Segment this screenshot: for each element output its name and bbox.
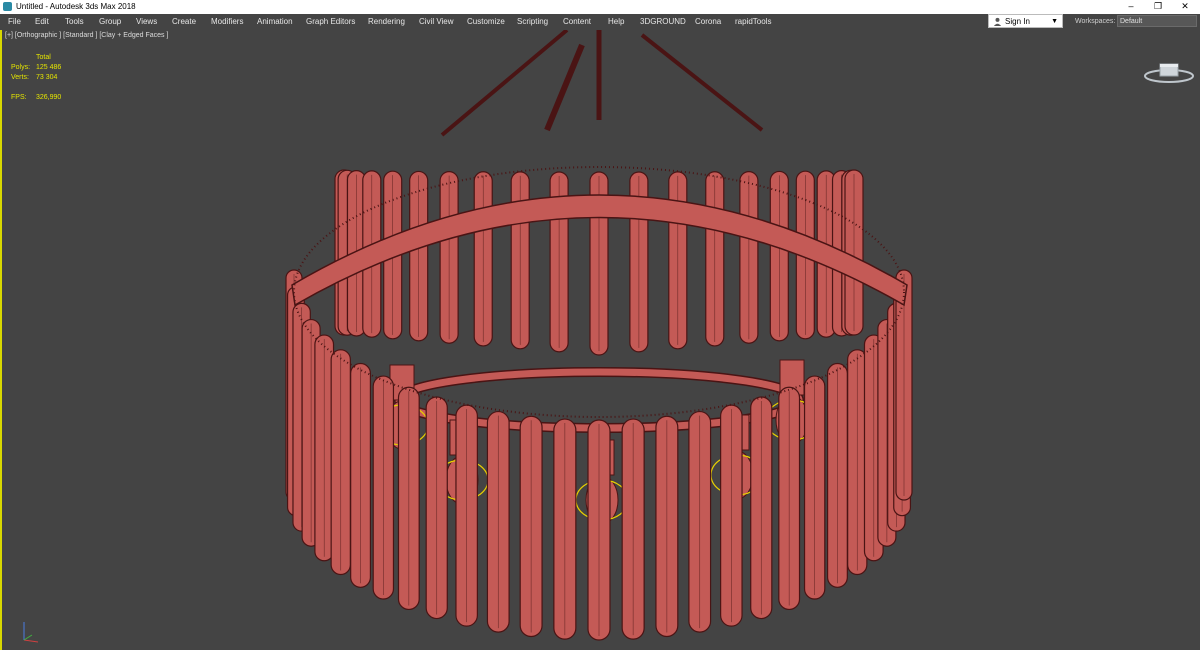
- polys-label: Polys:: [11, 64, 31, 71]
- sign-in-button[interactable]: Sign In ▼: [988, 14, 1063, 28]
- menu-corona[interactable]: Corona: [695, 14, 721, 29]
- viewcube-icon[interactable]: [1143, 62, 1195, 84]
- verts-label: Verts:: [11, 74, 29, 81]
- viewport-label[interactable]: [+] [Orthographic ] [Standard ] [Clay + …: [5, 32, 168, 39]
- app-icon: [3, 2, 12, 11]
- menu-help[interactable]: Help: [608, 14, 624, 29]
- close-button[interactable]: ✕: [1172, 0, 1198, 14]
- menu-scripting[interactable]: Scripting: [517, 14, 548, 29]
- menu-views[interactable]: Views: [136, 14, 157, 29]
- menu-content[interactable]: Content: [563, 14, 591, 29]
- perspective-viewport[interactable]: [+] [Orthographic ] [Standard ] [Clay + …: [0, 30, 1200, 650]
- chandelier-model[interactable]: [2, 30, 1200, 650]
- minimize-button[interactable]: –: [1118, 0, 1144, 14]
- verts-value: 73 304: [36, 74, 58, 81]
- sign-in-label: Sign In: [1005, 17, 1030, 26]
- chain-right: [640, 33, 764, 132]
- menu-file[interactable]: File: [8, 14, 21, 29]
- workspaces-label: Workspaces:: [1075, 18, 1116, 25]
- chevron-down-icon: ▼: [1051, 18, 1058, 25]
- menu-create[interactable]: Create: [172, 14, 196, 29]
- menu-3dground[interactable]: 3DGROUND: [640, 14, 686, 29]
- menu-edit[interactable]: Edit: [35, 14, 49, 29]
- menu-tools[interactable]: Tools: [65, 14, 84, 29]
- workspaces-select[interactable]: Default: [1117, 15, 1197, 27]
- restore-button[interactable]: ❐: [1145, 0, 1171, 14]
- menu-graph-editors[interactable]: Graph Editors: [306, 14, 355, 29]
- menu-group[interactable]: Group: [99, 14, 121, 29]
- polys-value: 125 486: [36, 64, 62, 71]
- title-bar: Untitled - Autodesk 3ds Max 2018 – ❐ ✕: [0, 0, 1200, 14]
- menu-rendering[interactable]: Rendering: [368, 14, 405, 29]
- user-icon: [993, 17, 1002, 26]
- menu-civil-view[interactable]: Civil View: [419, 14, 454, 29]
- stats-total-header: Total: [36, 54, 51, 61]
- window-title: Untitled - Autodesk 3ds Max 2018: [16, 2, 136, 11]
- chain-mid: [544, 43, 585, 132]
- menu-customize[interactable]: Customize: [467, 14, 505, 29]
- menu-modifiers[interactable]: Modifiers: [211, 14, 243, 29]
- menu-rapidtools[interactable]: rapidTools: [735, 14, 771, 29]
- menu-animation[interactable]: Animation: [257, 14, 293, 29]
- fps-label: FPS:: [11, 94, 27, 101]
- axis-gizmo-icon: [23, 622, 39, 643]
- fps-value: 326,990: [36, 94, 62, 101]
